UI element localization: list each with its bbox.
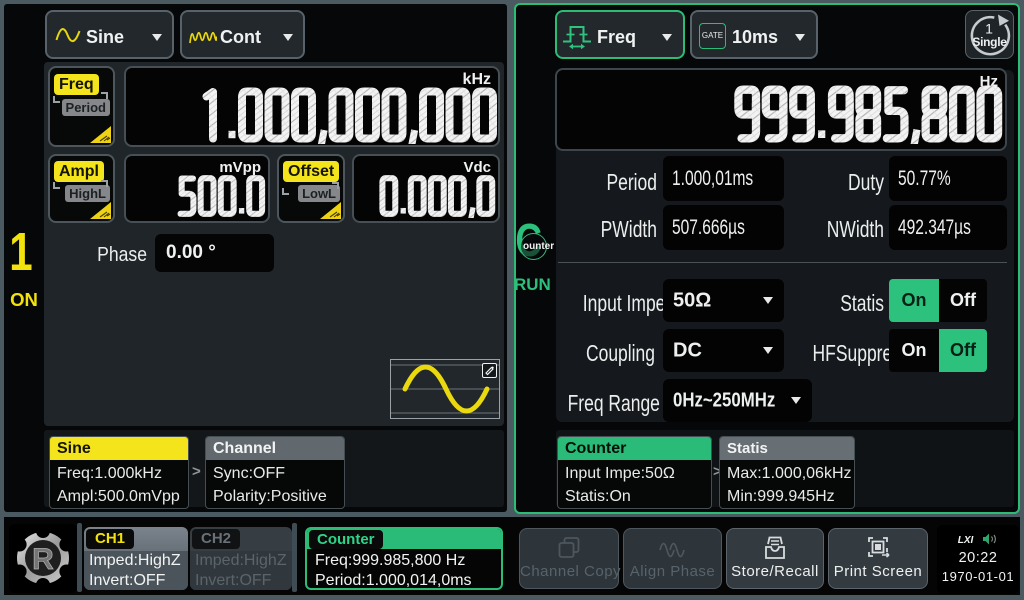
svg-text:Single: Single bbox=[972, 35, 1007, 49]
svg-text:R: R bbox=[32, 543, 54, 576]
